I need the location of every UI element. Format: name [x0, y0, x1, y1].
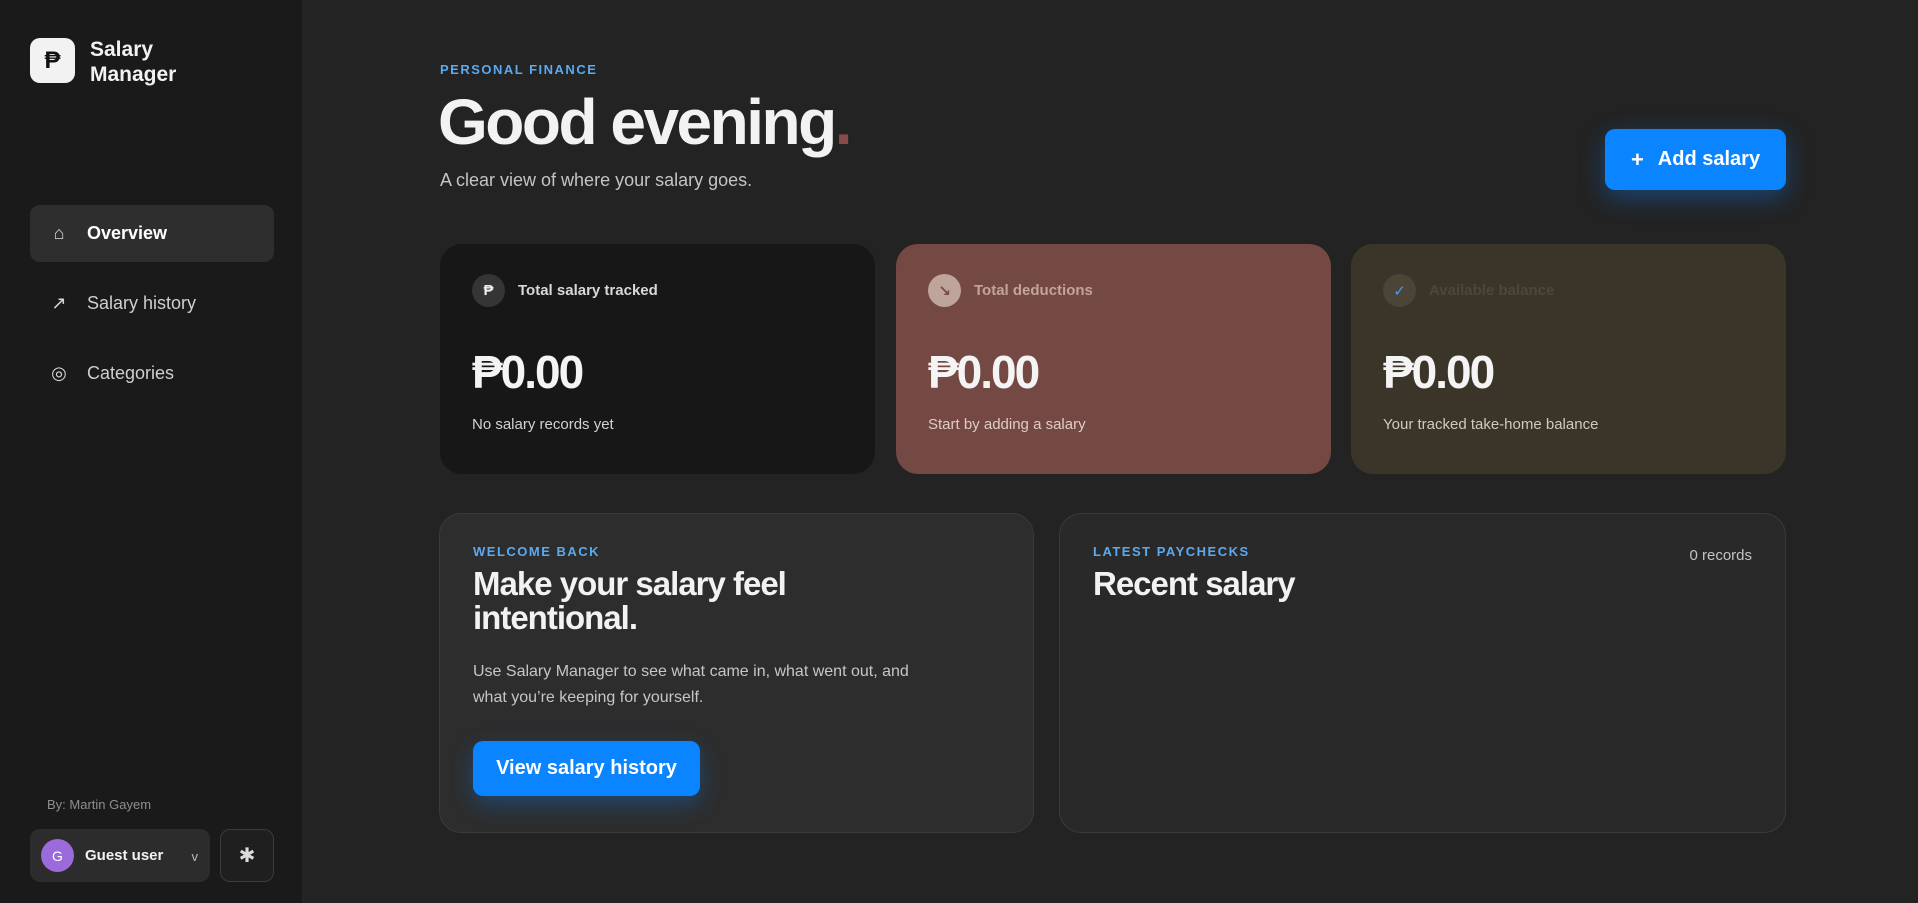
page-title-text: Good evening	[438, 86, 837, 158]
page-subtitle: A clear view of where your salary goes.	[440, 170, 753, 190]
plus-icon: +	[1630, 146, 1644, 172]
sun-icon: ✱	[238, 845, 256, 867]
app-name: Salary Manager	[90, 38, 177, 86]
deduction-icon: ↘	[928, 274, 961, 307]
add-salary-button[interactable]: + Add salary	[1605, 129, 1786, 190]
record-count: 0 records	[1689, 547, 1752, 564]
author-byline: By: Martin Gayem	[47, 797, 152, 812]
welcome-title: Make your salary feel intentional.	[473, 565, 787, 636]
stat-card-total-salary: ₱ Total salary tracked ₱0.00 No salary r…	[440, 244, 875, 474]
sidebar-item-label: Salary history	[87, 293, 197, 313]
trend-arrow-icon: ↗	[51, 293, 67, 313]
chevron-down-icon: v	[191, 849, 199, 864]
title-dot: .	[834, 86, 853, 158]
stat-value: ₱0.00	[472, 346, 584, 398]
stat-card-available-balance: ✓ Available balance ₱0.00 Your tracked t…	[1351, 244, 1786, 474]
stat-note: Your tracked take-home balance	[1383, 416, 1599, 433]
brand[interactable]: ₱ Salary Manager	[30, 38, 230, 87]
check-icon: ✓	[1383, 274, 1416, 307]
recent-eyebrow: LATEST PAYCHECKS	[1093, 544, 1250, 559]
sidebar-item-overview[interactable]: ⌂ Overview	[30, 205, 274, 262]
stat-value: ₱0.00	[928, 346, 1040, 398]
stat-note: No salary records yet	[472, 416, 614, 433]
avatar: G	[41, 839, 74, 872]
stat-label: Total deductions	[974, 282, 1093, 299]
stat-value: ₱0.00	[1383, 346, 1495, 398]
home-icon: ⌂	[53, 223, 65, 243]
page-eyebrow: PERSONAL FINANCE	[440, 62, 598, 77]
target-icon: ◎	[51, 363, 67, 383]
sidebar-item-label: Overview	[87, 223, 168, 243]
stat-label: Total salary tracked	[518, 282, 658, 299]
peso-logo-icon: ₱	[30, 38, 75, 83]
stat-note: Start by adding a salary	[928, 416, 1086, 433]
recent-salary-panel: LATEST PAYCHECKS Recent salary 0 records	[1059, 513, 1786, 833]
add-salary-label: Add salary	[1657, 148, 1761, 170]
recent-title: Recent salary	[1093, 565, 1296, 602]
peso-icon: ₱	[472, 274, 505, 307]
welcome-text: Use Salary Manager to see what came in, …	[473, 663, 909, 706]
page-title: Good evening.	[438, 85, 853, 159]
view-salary-history-button[interactable]: View salary history	[473, 741, 700, 796]
sidebar: ₱ Salary Manager ⌂ Overview ↗ Salary his…	[0, 0, 303, 903]
sidebar-item-categories[interactable]: ◎ Categories	[30, 345, 274, 402]
welcome-eyebrow: WELCOME BACK	[473, 544, 601, 559]
stat-label: Available balance	[1429, 282, 1555, 299]
sidebar-nav: ⌂ Overview ↗ Salary history ◎ Categories	[30, 205, 274, 415]
sidebar-item-label: Categories	[87, 363, 175, 383]
user-name: Guest user	[85, 847, 164, 864]
user-menu-button[interactable]: G Guest user v	[30, 829, 210, 882]
welcome-panel: WELCOME BACK Make your salary feel inten…	[439, 513, 1034, 833]
sidebar-item-salary-history[interactable]: ↗ Salary history	[30, 275, 274, 332]
stat-card-total-deductions: ↘ Total deductions ₱0.00 Start by adding…	[896, 244, 1331, 474]
theme-toggle-button[interactable]: ✱	[220, 829, 274, 882]
